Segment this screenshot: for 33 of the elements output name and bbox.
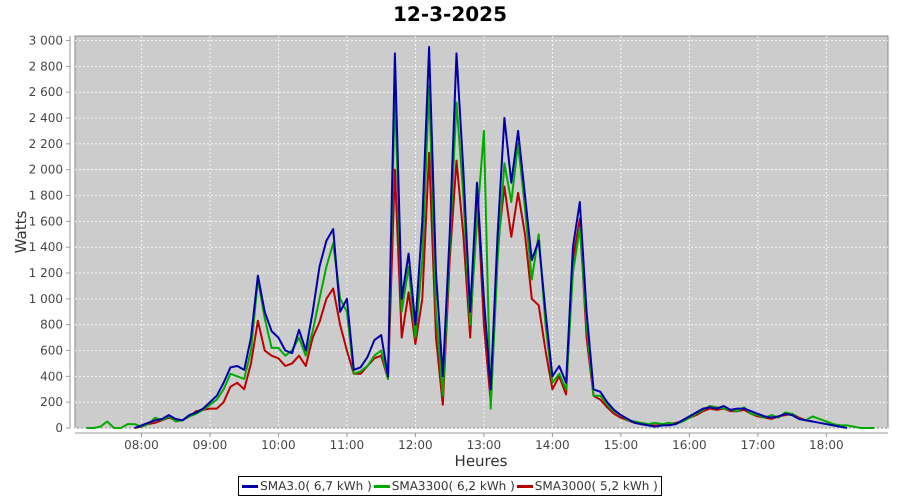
tick-label: 09:00 — [192, 438, 228, 452]
legend-label: SMA3000( 5,2 kWh ) — [534, 479, 658, 493]
tick-label: 2 000 — [28, 162, 63, 177]
tick-label: 14:00 — [535, 438, 570, 452]
axis-title: Watts — [12, 210, 30, 254]
legend-label: SMA3.0( 6,7 kWh ) — [260, 479, 372, 493]
tick-label: 15:00 — [604, 438, 638, 452]
tick-label: 2 200 — [28, 136, 63, 151]
legend-label: SMA3300( 6,2 kWh ) — [392, 479, 515, 493]
tick-label: 08:00 — [124, 438, 159, 452]
tick-label: 200 — [40, 395, 63, 410]
tick-label: 18:00 — [809, 438, 844, 452]
tick-label: 3 000 — [28, 34, 63, 48]
tick-label: 2 400 — [28, 111, 63, 126]
tick-label: 800 — [40, 318, 63, 332]
tick-label: 1 200 — [28, 266, 63, 280]
tick-label: 16:00 — [672, 438, 707, 452]
chart-title: 12-3-2025 — [393, 2, 507, 26]
tick-label: 2 800 — [28, 59, 63, 74]
tick-label: 400 — [40, 369, 63, 384]
axis-title: Heures — [454, 452, 508, 470]
tick-label: 1 400 — [28, 240, 63, 254]
tick-label: 10:00 — [261, 438, 296, 452]
tick-label: 12:00 — [398, 438, 433, 452]
tick-label: 1 000 — [28, 292, 63, 306]
tick-label: 11:00 — [330, 438, 364, 452]
tick-label: 17:00 — [740, 438, 776, 452]
tick-label: 1 800 — [28, 188, 63, 202]
tick-label: 600 — [40, 344, 63, 358]
tick-label: 13:00 — [466, 438, 502, 452]
tick-label: 1 600 — [28, 214, 63, 228]
tick-label: 2 600 — [28, 85, 63, 100]
tick-label: 0 — [55, 421, 63, 435]
